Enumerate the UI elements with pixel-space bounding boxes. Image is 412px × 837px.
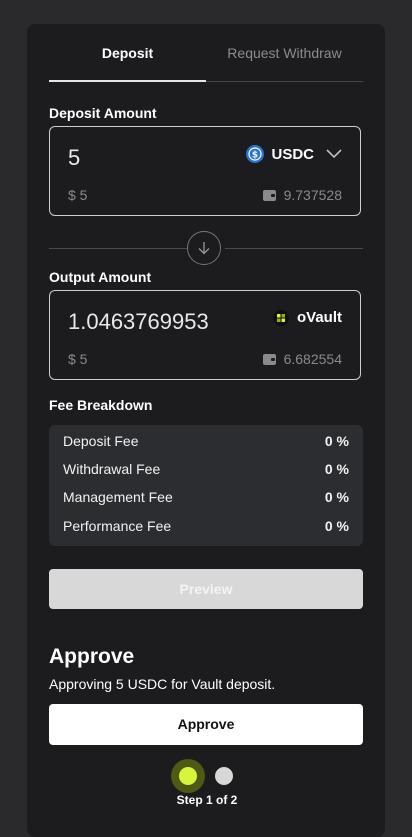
chevron-down-icon [326,149,342,159]
output-token: oVault [272,309,342,326]
deposit-balance-value: 9.737528 [283,187,342,203]
output-token-label: oVault [296,309,342,326]
fee-row: Performance Fee 0 % [63,518,349,538]
svg-text:$: $ [252,151,258,161]
output-balance-value: 6.682554 [283,351,342,367]
wallet-icon [262,189,276,201]
deposit-balance: 9.737528 [262,187,342,203]
divider-line-left [49,248,187,249]
deposit-amount-label: Deposit Amount [49,105,157,121]
step-1-dot [179,767,197,785]
fee-value: 0 % [324,489,349,505]
fee-row: Deposit Fee 0 % [63,433,349,453]
token-selector[interactable]: $ USDC [246,145,342,163]
deposit-amount-box: 5 $ USDC $ 5 9.737528 [49,126,361,216]
fee-row: Withdrawal Fee 0 % [63,461,349,481]
fee-breakdown-table: Deposit Fee 0 % Withdrawal Fee 0 % Manag… [49,425,363,546]
output-balance: 6.682554 [262,351,342,367]
preview-button[interactable]: Preview [49,569,363,609]
fee-name: Withdrawal Fee [63,461,161,477]
approve-title: Approve [49,645,135,668]
fee-value: 0 % [324,433,349,449]
usdc-icon: $ [246,145,265,163]
deposit-usd-value: $ 5 [68,187,88,203]
step-1-indicator [171,759,205,793]
approve-button[interactable]: Approve [49,704,363,745]
approve-description: Approving 5 USDC for Vault deposit. [49,676,276,692]
tab-bar: Deposit Request Withdraw [49,24,363,82]
output-amount-value: 1.04637699537 [68,309,208,334]
fee-value: 0 % [324,518,349,534]
fee-name: Deposit Fee [63,433,139,449]
fee-value: 0 % [324,461,349,477]
output-amount-box: 1.04637699537 oVault $ 5 6.682554 [49,290,361,380]
tab-deposit[interactable]: Deposit [49,24,206,82]
output-amount-label: Output Amount [49,269,152,285]
deposit-amount-input[interactable]: 5 [68,145,208,171]
step-2-indicator[interactable] [215,767,233,785]
fee-name: Management Fee [63,489,173,505]
deposit-token-label: USDC [271,145,314,163]
output-usd-value: $ 5 [68,351,88,367]
arrow-down-button[interactable] [187,231,221,265]
tab-request-withdraw[interactable]: Request Withdraw [206,24,363,82]
vault-card: Deposit Request Withdraw Deposit Amount … [27,24,385,837]
wallet-icon [262,353,276,365]
step-counter: Step 1 of 2 [176,793,238,807]
fee-row: Management Fee 0 % [63,489,349,509]
ovault-icon [272,309,289,326]
divider-line-right [225,248,363,249]
arrow-down-icon [198,242,210,255]
fee-name: Performance Fee [63,518,172,534]
fee-breakdown-title: Fee Breakdown [49,397,153,413]
